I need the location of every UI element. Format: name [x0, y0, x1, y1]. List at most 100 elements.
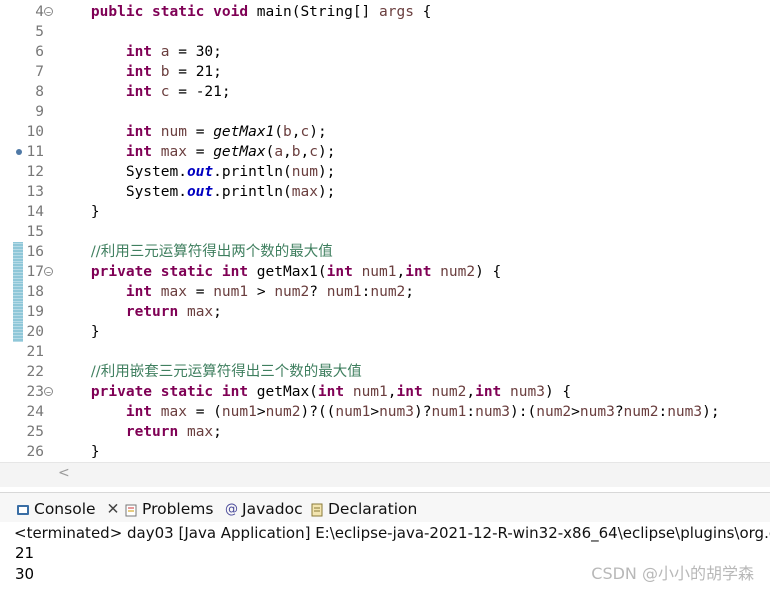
change-bar — [13, 302, 23, 322]
code-text: } — [56, 322, 100, 342]
code-text: int b = 21; — [56, 62, 222, 82]
code-token: num3 — [667, 404, 703, 420]
console-view-tabs: Console ✕ Problems @ Javadoc Declaration — [0, 492, 770, 523]
line-number: 9 — [35, 104, 44, 120]
code-line[interactable]: 19 return max; — [0, 302, 770, 322]
close-icon[interactable]: ✕ — [106, 500, 119, 518]
tab-javadoc-label: Javadoc — [242, 500, 303, 518]
line-number: 15 — [26, 224, 44, 240]
code-line[interactable]: 5 — [0, 22, 770, 42]
code-token: ) { — [544, 384, 572, 400]
code-token: c — [300, 124, 310, 140]
code-token: )? — [413, 404, 432, 420]
line-number: 20 — [26, 324, 44, 340]
code-editor[interactable]: 4− public static void main(String[] args… — [0, 0, 770, 462]
code-line[interactable]: 11 int max = getMax(a,b,c); — [0, 142, 770, 162]
code-line[interactable]: 7 int b = 21; — [0, 62, 770, 82]
code-token: max — [160, 284, 187, 300]
tab-javadoc[interactable]: @ Javadoc — [225, 498, 303, 520]
code-line[interactable]: 14 } — [0, 202, 770, 222]
code-line[interactable]: 24 int max = (num1>num2)?((num1>num3)?nu… — [0, 402, 770, 422]
code-token: b — [160, 64, 170, 80]
code-text: return max; — [56, 302, 222, 322]
tab-declaration[interactable]: Declaration — [310, 498, 417, 520]
code-token: = — [186, 124, 214, 140]
horizontal-scrollbar[interactable]: < — [54, 462, 770, 487]
code-line[interactable]: 9 — [0, 102, 770, 122]
tab-problems[interactable]: Problems — [124, 498, 213, 520]
code-line[interactable]: 20 } — [0, 322, 770, 342]
tab-declaration-label: Declaration — [328, 500, 418, 518]
code-token: ); — [317, 144, 336, 160]
code-line[interactable]: 12 System.out.println(num); — [0, 162, 770, 182]
line-number: 23 — [26, 384, 44, 400]
console-status: <terminated> day03 [Java Application] E:… — [0, 522, 770, 544]
code-token: .println( — [213, 184, 292, 200]
code-line[interactable]: 23− private static int getMax(int num1,i… — [0, 382, 770, 402]
code-line[interactable]: 18 int max = num1 > num2? num1:num2; — [0, 282, 770, 302]
code-text: //利用嵌套三元运算符得出三个数的最大值 — [56, 362, 362, 382]
override-marker-icon[interactable] — [16, 149, 22, 155]
code-line[interactable]: 26 } — [0, 442, 770, 462]
watermark: CSDN @小小的胡学森 — [591, 564, 754, 583]
code-line[interactable]: 10 int num = getMax1(b,c); — [0, 122, 770, 142]
code-token: ? — [614, 404, 624, 420]
code-token: num2 — [440, 264, 476, 280]
code-token: num2 — [265, 404, 301, 420]
code-token: num3 — [579, 404, 615, 420]
fold-toggle-icon[interactable]: − — [44, 267, 53, 277]
code-token: int — [125, 124, 153, 140]
code-line[interactable]: 22 //利用嵌套三元运算符得出三个数的最大值 — [0, 362, 770, 382]
line-number: 17 — [26, 264, 44, 280]
code-line[interactable]: 8 int c = -21; — [0, 82, 770, 102]
code-text: int c = -21; — [56, 82, 231, 102]
line-number: 16 — [26, 244, 44, 260]
code-token: = — [186, 144, 214, 160]
code-line[interactable]: 16 //利用三元运算符得出两个数的最大值 — [0, 242, 770, 262]
code-line[interactable]: 4− public static void main(String[] args… — [0, 2, 770, 22]
tab-console[interactable]: Console ✕ — [16, 498, 119, 520]
code-token: = -21; — [169, 84, 231, 100]
line-number: 13 — [26, 184, 44, 200]
code-text: int max = num1 > num2? num1:num2; — [56, 282, 414, 302]
code-line[interactable]: 25 return max; — [0, 422, 770, 442]
code-token: > — [256, 404, 266, 420]
code-token: args — [379, 4, 414, 20]
code-token: num3 — [510, 384, 545, 400]
line-number: 7 — [35, 64, 44, 80]
code-line[interactable]: 21 — [0, 342, 770, 362]
code-token: num1 — [213, 284, 249, 300]
code-token: getMax1( — [248, 264, 327, 280]
javadoc-at-icon: @ — [225, 501, 238, 517]
code-token: ; — [213, 424, 222, 440]
code-token: , — [396, 264, 406, 280]
fold-toggle-icon[interactable]: − — [44, 387, 53, 397]
code-text: private static int getMax(int num1,int n… — [56, 382, 571, 402]
change-bar — [13, 322, 23, 342]
code-line[interactable]: 13 System.out.println(max); — [0, 182, 770, 202]
code-token: } — [56, 204, 100, 220]
code-line[interactable]: 6 int a = 30; — [0, 42, 770, 62]
code-line[interactable]: 15 — [0, 222, 770, 242]
code-token: > — [571, 404, 580, 420]
console-output-line: 30 — [15, 565, 35, 583]
code-token: num — [160, 124, 187, 140]
tab-problems-label: Problems — [142, 500, 214, 518]
code-token: num1 — [326, 284, 362, 300]
code-line[interactable]: 17− private static int getMax1(int num1,… — [0, 262, 770, 282]
fold-toggle-icon[interactable]: − — [44, 7, 53, 17]
scroll-left-arrow-icon[interactable]: < — [58, 465, 70, 481]
code-token: : — [466, 404, 476, 420]
code-token: num1 — [352, 384, 388, 400]
code-token: int — [125, 284, 153, 300]
code-token: num2 — [623, 404, 659, 420]
code-token: c — [309, 144, 318, 160]
